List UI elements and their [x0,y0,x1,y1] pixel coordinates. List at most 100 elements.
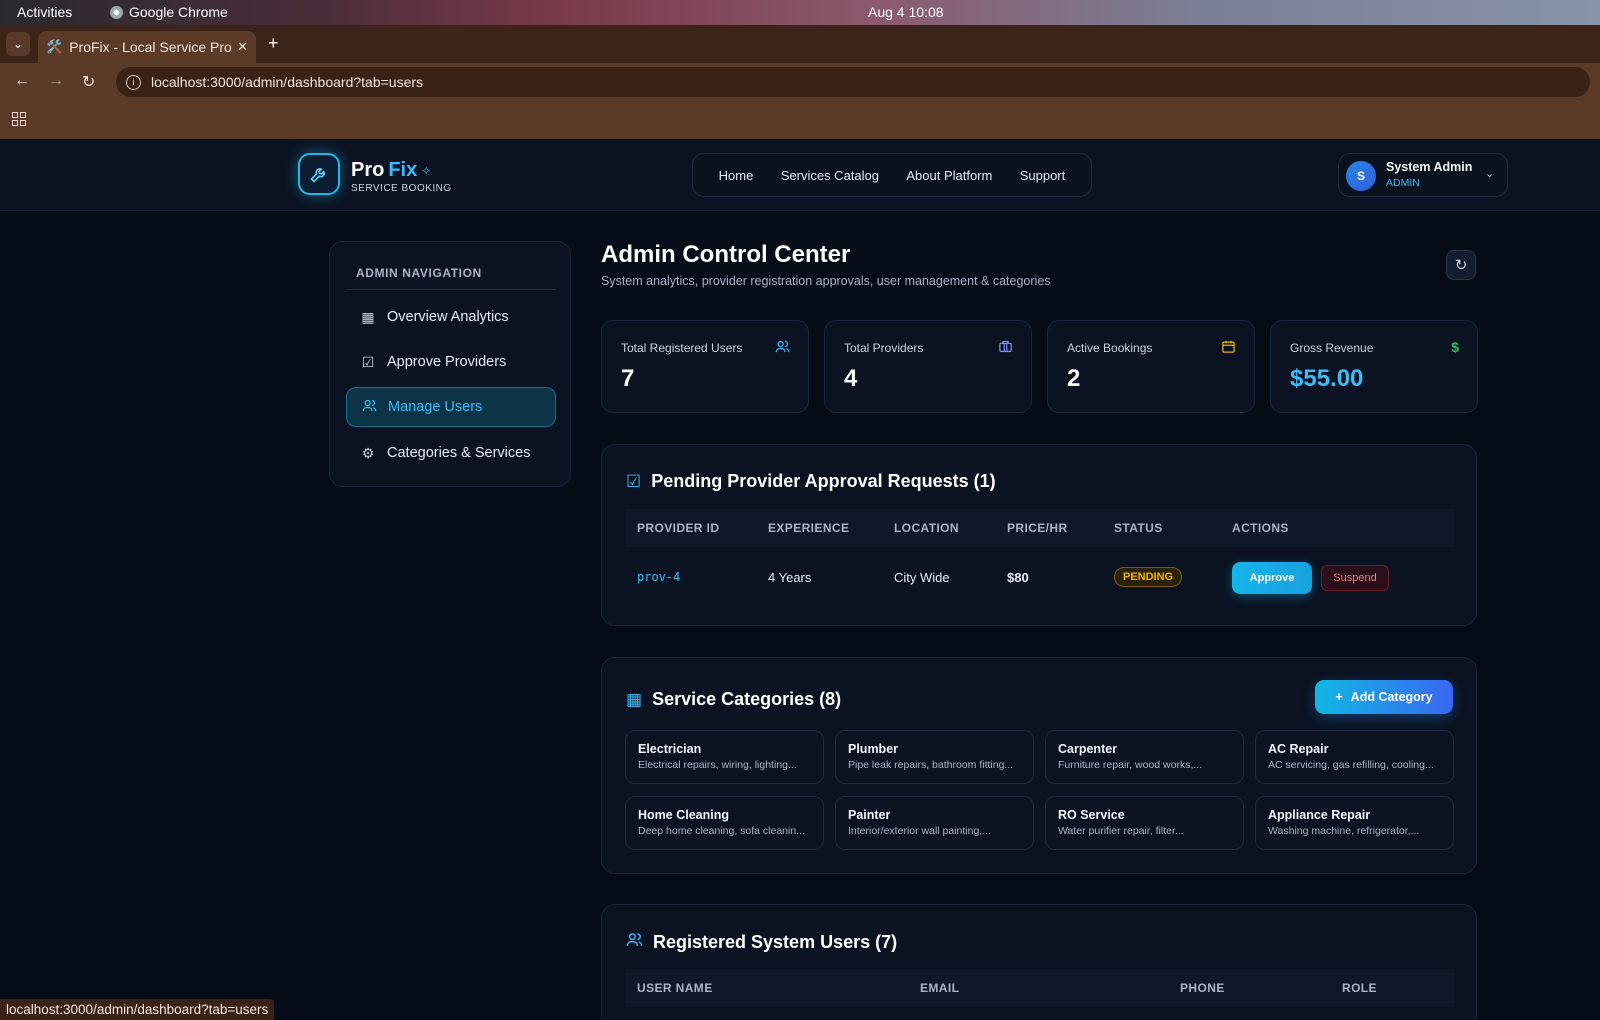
sidebar-item-manage-users[interactable]: Manage Users [346,387,556,427]
sparkle-icon: ✧ [421,163,432,178]
category-card-painter[interactable]: Painter Interior/exterior wall painting,… [835,796,1034,850]
column-header: PRICE/HR [1007,521,1068,535]
nav-about-platform[interactable]: About Platform [900,162,998,189]
column-header: PROVIDER ID [637,521,720,535]
service-categories-panel: ▦ Service Categories (8) + Add Category … [601,657,1477,874]
category-name: Appliance Repair [1268,808,1371,822]
sidebar-item-approve-providers[interactable]: ☑ Approve Providers [346,342,556,382]
briefcase-icon [998,339,1013,357]
address-bar[interactable]: i localhost:3000/admin/dashboard?tab=use… [116,67,1590,97]
category-card-electrician[interactable]: Electrician Electrical repairs, wiring, … [625,730,824,784]
column-header: EMAIL [920,981,960,995]
users-icon [360,398,378,416]
category-name: Carpenter [1058,742,1118,756]
brand-logo[interactable]: Pro Fix ✧ SERVICE BOOKING [351,159,452,194]
check-square-icon: ☑ [626,471,642,491]
provider-location: City Wide [894,570,950,585]
os-top-bar: Activities Google Chrome Aug 4 10:08 [0,0,1600,25]
category-name: Painter [848,808,891,822]
category-desc: Interior/exterior wall painting,... [848,825,991,837]
pending-approvals-panel: ☑ Pending Provider Approval Requests (1)… [601,444,1477,626]
category-name: AC Repair [1268,742,1329,756]
column-header: USER NAME [637,981,713,995]
wrench-logo-icon[interactable] [298,153,340,195]
users-icon [626,931,643,953]
refresh-icon: ↻ [1454,257,1468,274]
user-menu[interactable]: S System Admin ADMIN ⌄ [1338,153,1508,197]
add-category-button[interactable]: + Add Category [1315,680,1453,714]
category-card-plumber[interactable]: Plumber Pipe leak repairs, bathroom fitt… [835,730,1034,784]
provider-experience: 4 Years [768,570,812,585]
status-badge: PENDING [1114,567,1183,587]
categories-title: Service Categories (8) [652,689,842,709]
reload-icon[interactable]: ↻ [82,72,95,92]
pending-title: Pending Provider Approval Requests (1) [651,471,996,491]
stat-value: 2 [1067,365,1081,392]
category-card-appliance-repair[interactable]: Appliance Repair Washing machine, refrig… [1255,796,1454,850]
app-header: Pro Fix ✧ SERVICE BOOKING Home Services … [0,139,1600,211]
clock[interactable]: Aug 4 10:08 [868,4,944,20]
suspend-button[interactable]: Suspend [1321,565,1389,591]
stat-label: Active Bookings [1067,341,1153,355]
category-card-home-cleaning[interactable]: Home Cleaning Deep home cleaning, sofa c… [625,796,824,850]
column-header: STATUS [1114,521,1163,535]
column-header: EXPERIENCE [768,521,850,535]
category-card-ac-repair[interactable]: AC Repair AC servicing, gas refilling, c… [1255,730,1454,784]
stat-label: Total Registered Users [621,341,743,355]
user-role: ADMIN [1386,177,1420,189]
browser-tab[interactable]: 🛠️ ProFix - Local Service Pro ✕ [38,31,256,63]
approve-button[interactable]: Approve [1232,562,1312,594]
users-title: Registered System Users (7) [653,931,898,952]
stat-value: $55.00 [1290,365,1364,392]
top-navigation: Home Services Catalog About Platform Sup… [692,153,1092,197]
chrome-icon [110,5,123,19]
tab-search-chevron-icon[interactable]: ⌄ [6,32,30,56]
nav-services-catalog[interactable]: Services Catalog [775,162,885,189]
stat-card-revenue: Gross Revenue $ $55.00 [1270,320,1478,413]
dollar-icon: $ [1451,339,1459,355]
forward-arrow-icon[interactable]: → [48,72,64,90]
column-header: ROLE [1342,981,1377,995]
activities-button[interactable]: Activities [17,4,72,20]
chrome-app-indicator[interactable]: Google Chrome [110,4,228,20]
close-icon[interactable]: ✕ [237,39,248,55]
panel-title: ▦ Service Categories (8) [626,689,841,710]
users-icon [775,339,790,357]
gear-icon: ⚙ [361,444,375,461]
category-desc: AC servicing, gas refilling, cooling... [1268,759,1434,771]
new-tab-plus-icon[interactable]: + [268,33,279,54]
category-desc: Water purifier repair, filter... [1058,825,1184,837]
sidebar-item-categories-services[interactable]: ⚙ Categories & Services [346,433,556,473]
link-status-bar: localhost:3000/admin/dashboard?tab=users [0,999,275,1020]
sidebar-item-label: Approve Providers [387,354,507,370]
stat-label: Total Providers [844,341,924,355]
back-arrow-icon[interactable]: ← [14,72,30,90]
nav-home[interactable]: Home [713,162,760,189]
category-desc: Washing machine, refrigerator,... [1268,825,1420,837]
category-desc: Deep home cleaning, sofa cleanin... [638,825,805,837]
site-info-icon[interactable]: i [126,74,141,90]
category-card-carpenter[interactable]: Carpenter Furniture repair, wood works,.… [1045,730,1244,784]
tools-icon: 🛠️ [46,39,63,54]
admin-sidebar: ADMIN NAVIGATION ▦ Overview Analytics ☑ … [329,241,571,487]
provider-id: prov-4 [637,570,681,584]
table-header: PROVIDER ID EXPERIENCE LOCATION PRICE/HR… [626,509,1454,547]
calendar-icon [1221,339,1236,357]
sidebar-item-overview-analytics[interactable]: ▦ Overview Analytics [346,297,556,337]
nav-support[interactable]: Support [1014,162,1072,189]
browser-toolbar: ← → ↻ i localhost:3000/admin/dashboard?t… [0,63,1600,101]
page-title: Admin Control Center [601,241,851,268]
plus-icon: + [1335,690,1343,704]
stat-card-providers: Total Providers 4 [824,320,1032,413]
app-name: Google Chrome [129,4,228,20]
brand-pro: Pro [351,159,385,181]
category-card-ro-service[interactable]: RO Service Water purifier repair, filter… [1045,796,1244,850]
apps-grid-icon[interactable] [12,112,26,126]
category-name: Home Cleaning [638,808,729,822]
table-row: prov-4 4 Years City Wide $80 PENDING App… [626,555,1454,601]
bookmarks-bar [0,101,1600,139]
grid-icon: ▦ [626,689,643,709]
refresh-button[interactable]: ↻ [1446,250,1476,280]
brand-fix: Fix [388,159,418,181]
grid-icon: ▦ [361,308,375,325]
